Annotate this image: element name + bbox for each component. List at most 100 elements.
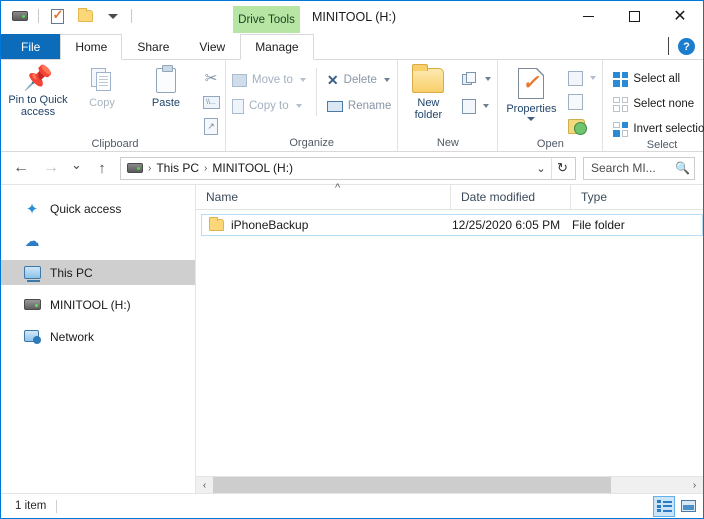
details-view-button[interactable] xyxy=(653,495,675,517)
edit-button[interactable] xyxy=(564,92,600,112)
clipboard-small-buttons: ✂ \\... ↗ xyxy=(199,65,223,137)
sidebar-item-label: This PC xyxy=(50,265,93,280)
collapse-ribbon-button[interactable] xyxy=(668,36,669,56)
copy-path-icon: \\... xyxy=(202,95,220,109)
maximize-button[interactable] xyxy=(611,1,657,32)
open-icon xyxy=(568,70,584,86)
sidebar-item-quick-access[interactable]: ✦ Quick access xyxy=(1,196,195,221)
file-list[interactable]: iPhoneBackup 12/25/2020 6:05 PM File fol… xyxy=(196,210,703,476)
breadcrumb-dropdown-icon[interactable]: ⌄ xyxy=(531,158,551,179)
move-to-label: Move to xyxy=(252,74,293,86)
cut-button[interactable]: ✂ xyxy=(199,67,223,89)
copy-to-icon xyxy=(232,98,244,114)
invert-selection-icon xyxy=(613,121,629,137)
horizontal-scrollbar[interactable]: ‹ › xyxy=(196,476,703,493)
tab-manage[interactable]: Manage xyxy=(240,34,314,60)
refresh-icon[interactable]: ↻ xyxy=(551,157,573,179)
new-item-button[interactable] xyxy=(458,69,495,89)
copy-path-button[interactable]: \\... xyxy=(199,91,223,113)
column-header-type[interactable]: Type xyxy=(571,185,703,209)
ribbon-tab-row: File Home Share View Manage ? xyxy=(1,34,703,60)
breadcrumb[interactable]: › This PC › MINITOOL (H:) ⌄ ↻ xyxy=(120,156,576,180)
status-divider xyxy=(56,499,58,513)
copy-button[interactable]: Copy xyxy=(71,65,133,109)
select-all-button[interactable]: Select all xyxy=(609,69,704,89)
column-header-name[interactable]: Name xyxy=(196,185,451,209)
ribbon-group-open: ✓ Properties Open xyxy=(498,60,604,151)
sidebar-item-onedrive[interactable]: ☁ xyxy=(1,228,195,253)
breadcrumb-minitool[interactable]: MINITOOL (H:) xyxy=(212,161,293,175)
window-controls: ✕ xyxy=(565,1,703,32)
back-button[interactable] xyxy=(7,155,35,181)
status-bar: 1 item xyxy=(1,493,703,518)
pin-to-quick-access-label: Pin to Quick access xyxy=(8,94,68,118)
pin-to-quick-access-button[interactable]: 📌 Pin to Quick access xyxy=(7,65,69,119)
minimize-button[interactable] xyxy=(565,1,611,32)
breadcrumb-drive-icon xyxy=(127,163,143,173)
select-none-button[interactable]: Select none xyxy=(609,94,704,114)
qat-properties-icon[interactable] xyxy=(46,5,68,27)
scrollbar-thumb[interactable] xyxy=(213,477,611,493)
forward-button[interactable] xyxy=(37,155,65,181)
qat-drive-icon[interactable] xyxy=(9,5,31,27)
scroll-right-button[interactable]: › xyxy=(686,477,703,493)
delete-button[interactable]: ✕ Delete xyxy=(323,70,395,90)
scrollbar-track[interactable] xyxy=(213,477,686,493)
help-icon[interactable]: ? xyxy=(678,38,695,55)
large-icons-view-button[interactable] xyxy=(677,496,699,517)
invert-selection-button[interactable]: Invert selection xyxy=(609,119,704,139)
move-to-button[interactable]: Move to xyxy=(228,70,310,90)
pin-icon: 📌 xyxy=(23,65,53,92)
qat-divider-2 xyxy=(131,9,132,23)
folder-icon xyxy=(209,217,224,231)
drive-tools-label: Drive Tools xyxy=(238,13,295,26)
table-row[interactable]: iPhoneBackup 12/25/2020 6:05 PM File fol… xyxy=(201,214,703,236)
chevron-down-icon xyxy=(527,117,536,121)
scroll-left-button[interactable]: ‹ xyxy=(196,477,213,493)
history-button[interactable] xyxy=(564,116,600,136)
sidebar-item-minitool[interactable]: MINITOOL (H:) xyxy=(1,292,195,317)
recent-locations-button[interactable] xyxy=(67,155,86,181)
search-input[interactable]: Search MI... 🔍 xyxy=(583,156,695,180)
organize-col-1: Move to Copy to xyxy=(228,68,310,116)
file-date-cell: 12/25/2020 6:05 PM xyxy=(452,218,561,232)
ribbon-group-select: Select all Select none Invert selection … xyxy=(603,60,704,151)
paste-button[interactable]: Paste xyxy=(135,65,197,109)
sidebar-item-network[interactable]: Network xyxy=(1,324,195,349)
qat-customize-caret-icon[interactable] xyxy=(102,5,124,27)
onedrive-cloud-icon: ☁ xyxy=(24,232,40,250)
group-label-clipboard: Clipboard xyxy=(91,138,139,150)
file-pane: ^ Name Date modified Type iPhoneBackup 1… xyxy=(196,182,703,493)
column-header-row: ^ Name Date modified Type xyxy=(196,182,703,210)
paste-shortcut-button[interactable]: ↗ xyxy=(199,115,223,137)
move-to-icon xyxy=(232,73,247,87)
open-button[interactable] xyxy=(564,68,600,88)
rename-button[interactable]: Rename xyxy=(323,96,395,116)
copy-icon xyxy=(91,68,113,93)
properties-button[interactable]: ✓ Properties xyxy=(500,65,562,121)
easy-access-icon xyxy=(462,98,477,114)
properties-icon: ✓ xyxy=(518,68,545,99)
edit-icon xyxy=(568,94,584,110)
tab-share[interactable]: Share xyxy=(122,34,184,59)
group-label-organize: Organize xyxy=(289,136,335,149)
close-button[interactable]: ✕ xyxy=(657,1,703,32)
column-header-date-modified[interactable]: Date modified xyxy=(451,185,571,209)
scissors-icon: ✂ xyxy=(204,70,218,87)
tab-view[interactable]: View xyxy=(184,34,240,59)
easy-access-button[interactable] xyxy=(458,96,495,116)
new-folder-button[interactable]: New folder xyxy=(400,64,456,121)
up-button[interactable] xyxy=(88,155,116,181)
star-icon: ✦ xyxy=(25,200,39,218)
ribbon-group-clipboard: 📌 Pin to Quick access Copy Paste ✂ \\... … xyxy=(5,60,226,151)
tab-home[interactable]: Home xyxy=(60,34,123,60)
sidebar-item-this-pc[interactable]: This PC xyxy=(1,260,195,285)
breadcrumb-this-pc[interactable]: This PC xyxy=(156,161,199,175)
navigation-pane: ✦ Quick access ☁ This PC MINITOOL (H:) N… xyxy=(1,185,196,493)
qat-new-folder-icon[interactable] xyxy=(74,5,96,27)
file-name-label: iPhoneBackup xyxy=(231,218,309,232)
details-view-icon xyxy=(657,500,672,512)
copy-to-button[interactable]: Copy to xyxy=(228,96,310,116)
tab-file[interactable]: File xyxy=(1,34,61,59)
breadcrumb-separator: › xyxy=(204,162,208,174)
